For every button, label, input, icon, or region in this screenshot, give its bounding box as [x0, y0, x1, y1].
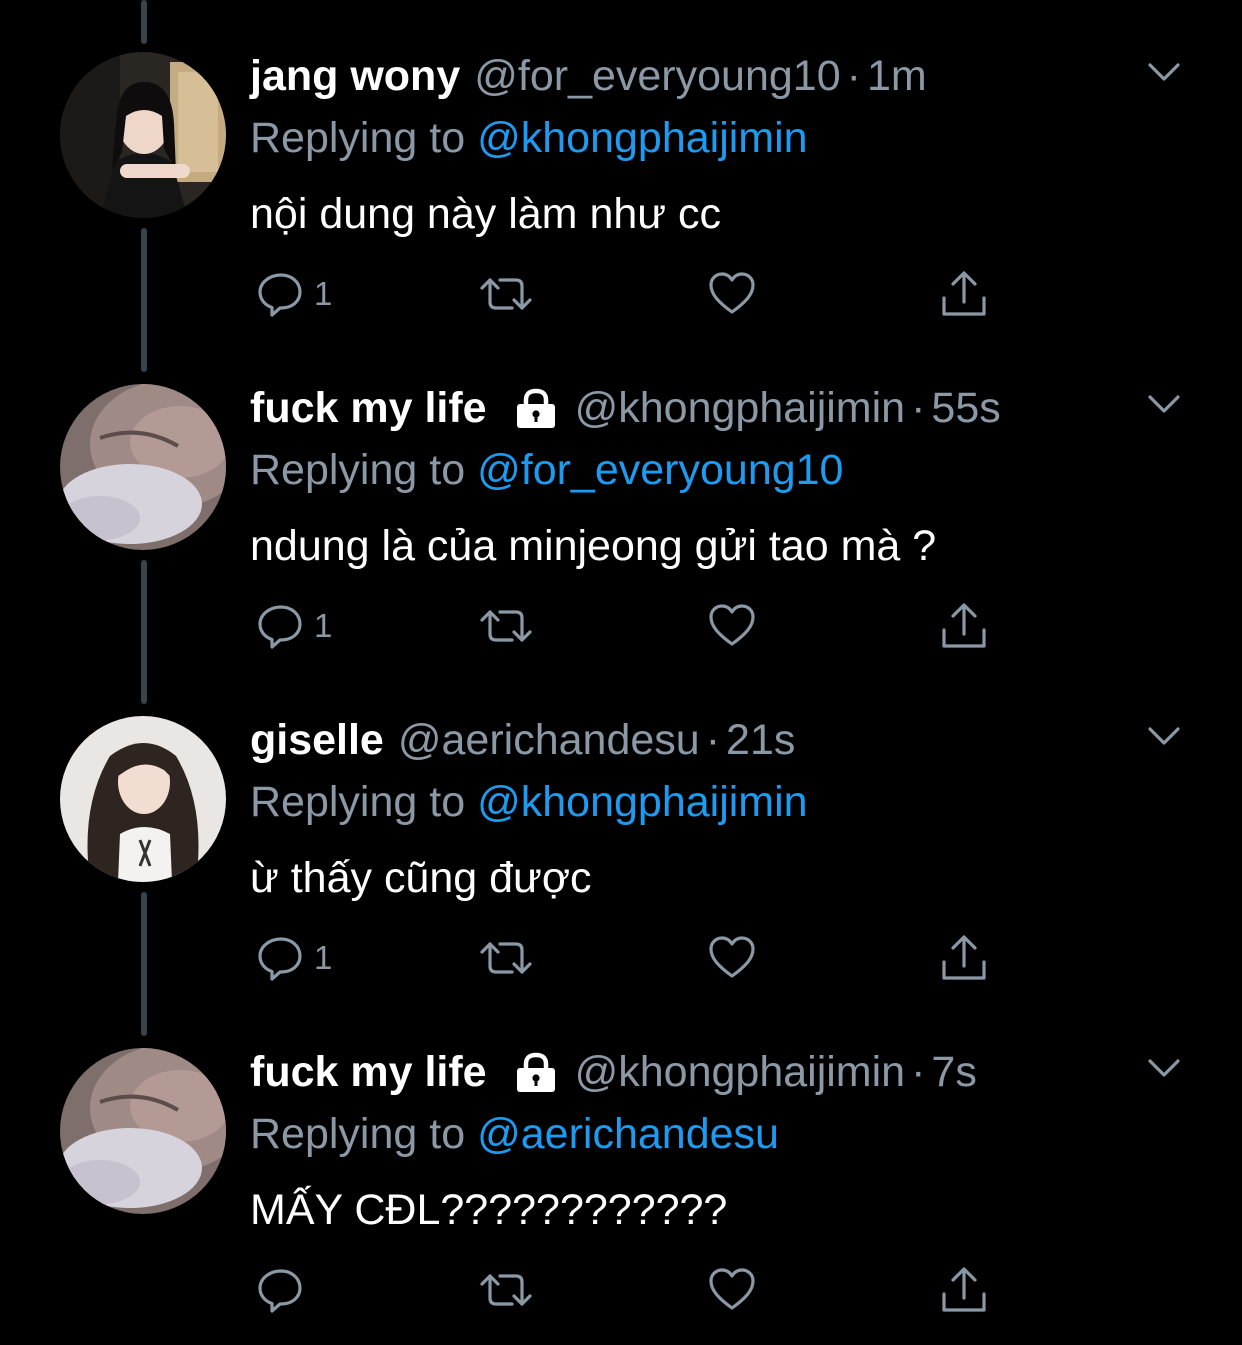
- timestamp[interactable]: 1m: [867, 50, 927, 102]
- reply-icon: [258, 605, 302, 649]
- reply-count: 1: [314, 939, 333, 976]
- replying-to-label: Replying to: [250, 114, 466, 162]
- separator-dot: ·: [911, 384, 926, 432]
- tweet-actions: 1: [250, 594, 1010, 658]
- share-button[interactable]: [938, 262, 990, 326]
- tweet-text: nội dung này làm như cc: [250, 190, 722, 238]
- reply-count: 1: [314, 607, 333, 644]
- retweet-button[interactable]: [478, 1258, 534, 1322]
- replying-to-label: Replying to: [250, 1110, 466, 1158]
- user-handle[interactable]: @aerichandesu: [398, 714, 700, 766]
- replying-to: Replying to @for_everyoung10: [250, 444, 843, 496]
- tweet-header: fuck my life @khongphaijimin · 55s: [250, 382, 1001, 434]
- retweet-icon: [480, 610, 532, 642]
- tweet-text: ừ thấy cũng được: [250, 854, 592, 902]
- replying-to-handle[interactable]: @khongphaijimin: [477, 114, 808, 162]
- retweet-button[interactable]: [478, 594, 534, 658]
- user-handle[interactable]: @for_everyoung10: [474, 50, 840, 102]
- replying-to-handle[interactable]: @aerichandesu: [477, 1110, 779, 1158]
- tweet-header: jang wony @for_everyoung10 · 1m: [250, 50, 927, 102]
- share-icon: [942, 271, 986, 316]
- retweet-icon: [480, 942, 532, 974]
- like-button[interactable]: [706, 262, 758, 326]
- share-button[interactable]: [938, 594, 990, 658]
- chevron-down-icon[interactable]: [1146, 722, 1182, 750]
- replying-to: Replying to @aerichandesu: [250, 1108, 779, 1160]
- replying-to-label: Replying to: [250, 778, 466, 826]
- reply-button[interactable]: 1: [254, 262, 332, 326]
- avatar[interactable]: [60, 384, 226, 550]
- display-name[interactable]: jang wony: [250, 50, 460, 102]
- tweet[interactable]: giselle @aerichandesu · 21s Replying to …: [0, 664, 1242, 996]
- tweet-text: MẤY CĐL????????????: [250, 1186, 728, 1234]
- lock-icon: [516, 388, 555, 428]
- share-icon: [942, 935, 986, 980]
- chevron-down-icon[interactable]: [1146, 58, 1182, 86]
- replying-to-handle[interactable]: @for_everyoung10: [477, 446, 843, 494]
- tweet[interactable]: fuck my life @khongphaijimin · 55s Reply…: [0, 332, 1242, 664]
- retweet-button[interactable]: [478, 262, 534, 326]
- share-icon: [942, 603, 986, 648]
- separator-dot: ·: [911, 1048, 926, 1096]
- reply-icon: [258, 937, 302, 981]
- heart-icon: [709, 604, 755, 646]
- tweet-header: giselle @aerichandesu · 21s: [250, 714, 795, 766]
- retweet-icon: [480, 278, 532, 310]
- share-button[interactable]: [938, 926, 990, 990]
- timestamp[interactable]: 55s: [931, 382, 1000, 434]
- replying-to-label: Replying to: [250, 446, 466, 494]
- avatar[interactable]: [60, 52, 226, 218]
- separator-dot: ·: [705, 716, 721, 764]
- share-button[interactable]: [938, 1258, 990, 1322]
- heart-icon: [709, 272, 755, 314]
- share-icon: [942, 1267, 986, 1312]
- retweet-icon: [480, 1274, 532, 1306]
- reply-icon: [258, 273, 302, 317]
- reply-count: 1: [314, 275, 333, 312]
- timestamp[interactable]: 21s: [726, 714, 795, 766]
- display-name[interactable]: fuck my life: [250, 382, 487, 434]
- reply-button[interactable]: 1: [254, 594, 332, 658]
- heart-icon: [709, 1268, 755, 1310]
- display-name[interactable]: fuck my life: [250, 1046, 487, 1098]
- tweet[interactable]: jang wony @for_everyoung10 · 1m Replying…: [0, 0, 1242, 332]
- separator-dot: ·: [846, 52, 861, 100]
- lock-icon: [516, 1052, 555, 1092]
- tweet-header: fuck my life @khongphaijimin · 7s: [250, 1046, 977, 1098]
- chevron-down-icon[interactable]: [1146, 1054, 1182, 1082]
- like-button[interactable]: [706, 1258, 758, 1322]
- reply-button[interactable]: [254, 1258, 314, 1322]
- replying-to: Replying to @khongphaijimin: [250, 776, 808, 828]
- tweet-actions: 1: [250, 262, 1010, 326]
- avatar[interactable]: [60, 716, 226, 882]
- replying-to: Replying to @khongphaijimin: [250, 112, 808, 164]
- reply-button[interactable]: 1: [254, 926, 332, 990]
- tweet[interactable]: fuck my life @khongphaijimin · 7s Replyi…: [0, 996, 1242, 1328]
- tweet-actions: 1: [250, 926, 1010, 990]
- chevron-down-icon[interactable]: [1146, 390, 1182, 418]
- reply-icon: [258, 1269, 302, 1313]
- tweet-actions: [250, 1258, 1010, 1322]
- like-button[interactable]: [706, 594, 758, 658]
- user-handle[interactable]: @khongphaijimin: [575, 382, 906, 434]
- user-handle[interactable]: @khongphaijimin: [575, 1046, 906, 1098]
- retweet-button[interactable]: [478, 926, 534, 990]
- avatar[interactable]: [60, 1048, 226, 1214]
- like-button[interactable]: [706, 926, 758, 990]
- replying-to-handle[interactable]: @khongphaijimin: [477, 778, 808, 826]
- tweet-thread: jang wony @for_everyoung10 · 1m Replying…: [0, 0, 1242, 1345]
- display-name[interactable]: giselle: [250, 714, 384, 766]
- tweet-text: ndung là của minjeong gửi tao mà ?: [250, 522, 937, 570]
- timestamp[interactable]: 7s: [931, 1046, 976, 1098]
- heart-icon: [709, 936, 755, 978]
